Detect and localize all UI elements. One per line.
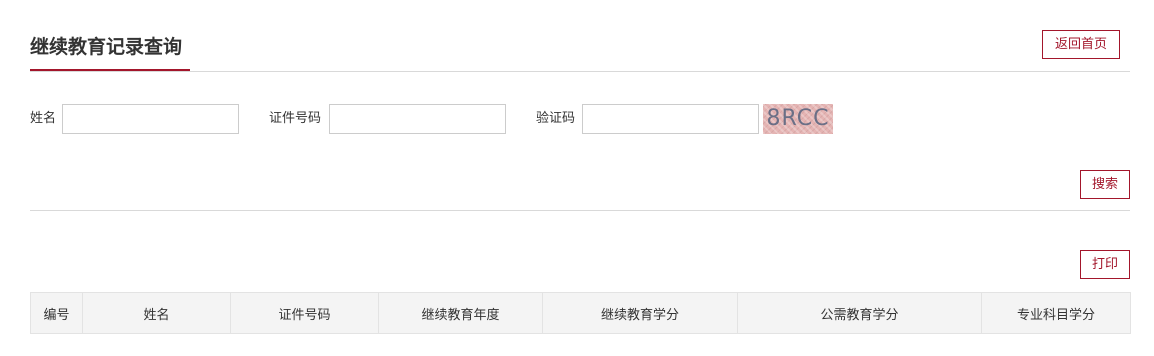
results-table: 编号 姓名 证件号码 继续教育年度 继续教育学分 公需教育学分 专业科目学分: [30, 292, 1131, 334]
column-header-professional-credits: 专业科目学分: [981, 292, 1131, 334]
page: 继续教育记录查询 返回首页 姓名 证件号码 验证码 8RCC 搜索 打印 编号 …: [0, 0, 1154, 356]
table-header-row: 编号 姓名 证件号码 继续教育年度 继续教育学分 公需教育学分 专业科目学分: [30, 292, 1131, 334]
name-input[interactable]: [62, 104, 239, 134]
id-number-label: 证件号码: [269, 111, 322, 126]
column-header-public-credits: 公需教育学分: [737, 292, 982, 334]
name-label: 姓名: [30, 111, 57, 126]
column-header-id-number: 证件号码: [230, 292, 379, 334]
column-header-number: 编号: [30, 292, 83, 334]
page-title: 继续教育记录查询: [30, 36, 183, 58]
page-header: 继续教育记录查询: [30, 30, 1130, 72]
return-home-button[interactable]: 返回首页: [1042, 30, 1120, 59]
search-button[interactable]: 搜索: [1080, 170, 1130, 199]
captcha-input[interactable]: [582, 104, 759, 134]
column-header-year: 继续教育年度: [378, 292, 543, 334]
title-underline: [30, 69, 190, 71]
column-header-name: 姓名: [82, 292, 231, 334]
print-button[interactable]: 打印: [1080, 250, 1130, 279]
section-divider: [30, 210, 1130, 211]
captcha-label: 验证码: [536, 111, 576, 126]
captcha-image[interactable]: 8RCC: [763, 104, 833, 134]
column-header-ce-credits: 继续教育学分: [542, 292, 738, 334]
id-number-input[interactable]: [329, 104, 506, 134]
